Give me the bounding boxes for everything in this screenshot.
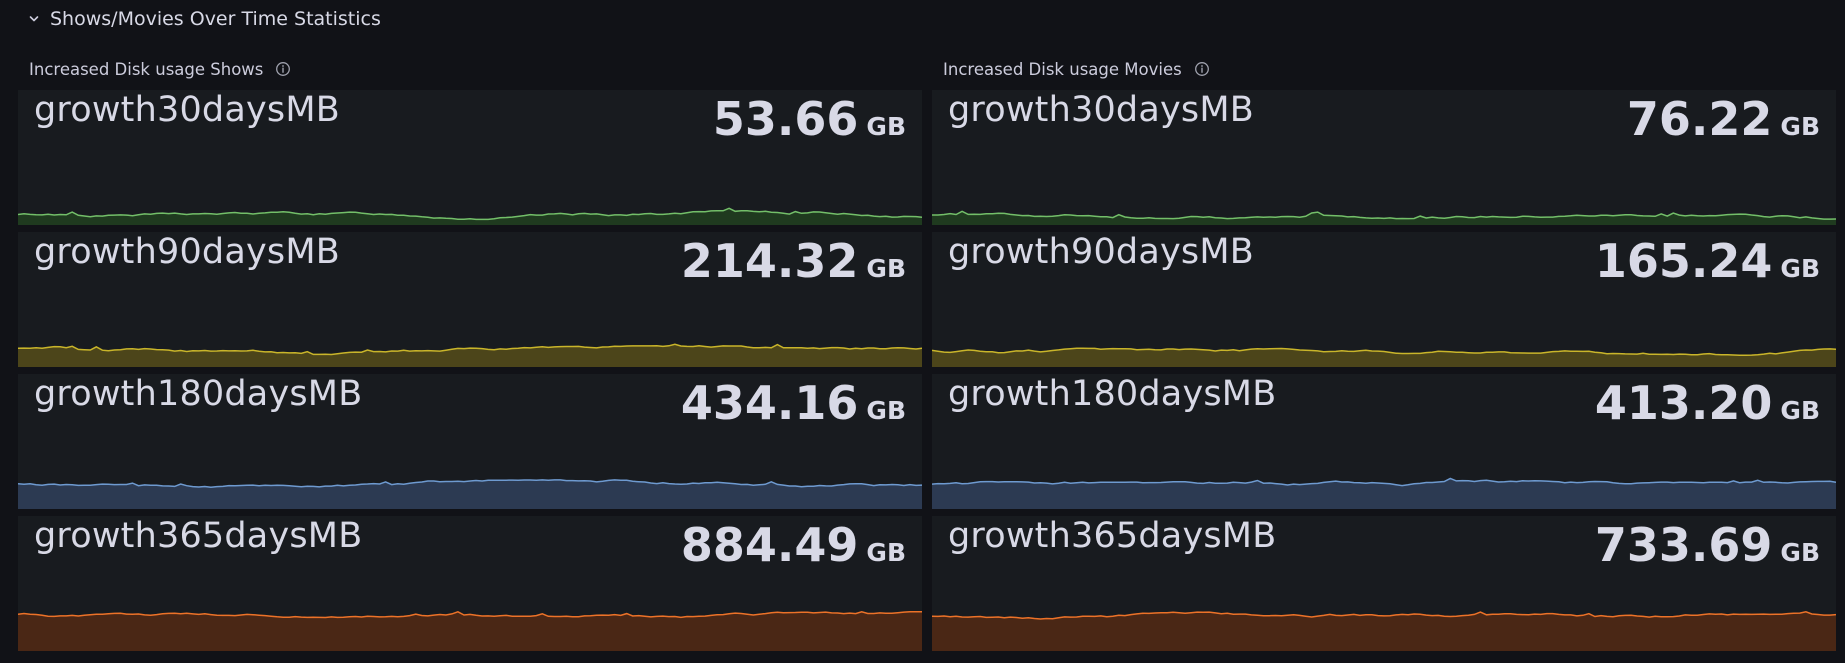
stat-tile-growth-30-days[interactable]: growth30daysMB 76.22 GB <box>932 90 1836 225</box>
panel-movies: Increased Disk usage Movies growth30days… <box>932 54 1836 659</box>
stat-name: growth90daysMB <box>948 232 1254 272</box>
sparkline <box>932 611 1836 651</box>
stat-value: 76.22 GB <box>1627 92 1820 146</box>
panel-shows: Increased Disk usage Shows growth30daysM… <box>18 54 922 659</box>
panel-header: Increased Disk usage Shows <box>29 58 291 80</box>
stat-number: 76.22 <box>1626 92 1773 146</box>
stat-unit: GB <box>866 112 906 141</box>
stat-tile-growth-180-days[interactable]: growth180daysMB 413.20 GB <box>932 374 1836 509</box>
stat-tile-growth-90-days[interactable]: growth90daysMB 214.32 GB <box>18 232 922 367</box>
stat-unit: GB <box>1780 112 1820 141</box>
sparkline-area <box>18 479 922 509</box>
stat-unit: GB <box>866 538 906 567</box>
stat-number: 733.69 <box>1594 518 1773 572</box>
stat-name: growth90daysMB <box>34 232 340 272</box>
stat-unit: GB <box>1780 254 1820 283</box>
stat-number: 53.66 <box>712 92 859 146</box>
row-title: Shows/Movies Over Time Statistics <box>50 8 381 30</box>
panel-title[interactable]: Increased Disk usage Shows <box>29 60 263 79</box>
stat-value: 214.32 GB <box>681 234 906 288</box>
stat-name: growth180daysMB <box>948 374 1277 414</box>
stat-name: growth180daysMB <box>34 374 363 414</box>
stat-number: 884.49 <box>680 518 859 572</box>
stat-value: 413.20 GB <box>1595 376 1820 430</box>
panel-header: Increased Disk usage Movies <box>943 58 1210 80</box>
sparkline <box>18 611 922 651</box>
panel-title[interactable]: Increased Disk usage Movies <box>943 60 1182 79</box>
stat-tile-growth-30-days[interactable]: growth30daysMB 53.66 GB <box>18 90 922 225</box>
stat-tile-growth-90-days[interactable]: growth90daysMB 165.24 GB <box>932 232 1836 367</box>
stat-unit: GB <box>1780 538 1820 567</box>
stat-value: 434.16 GB <box>681 376 906 430</box>
stat-unit: GB <box>1780 396 1820 425</box>
stat-value: 53.66 GB <box>713 92 906 146</box>
row-collapse-toggle[interactable]: Shows/Movies Over Time Statistics <box>28 8 381 30</box>
sparkline <box>18 343 922 367</box>
stat-name: growth365daysMB <box>948 516 1277 556</box>
stat-tile-growth-180-days[interactable]: growth180daysMB 434.16 GB <box>18 374 922 509</box>
stat-tile-growth-365-days[interactable]: growth365daysMB 733.69 GB <box>932 516 1836 651</box>
sparkline <box>932 347 1836 367</box>
stat-number: 413.20 <box>1594 376 1773 430</box>
stat-unit: GB <box>866 396 906 425</box>
stat-value: 884.49 GB <box>681 518 906 572</box>
sparkline-area <box>18 611 922 651</box>
stat-number: 165.24 <box>1594 234 1773 288</box>
chevron-down-icon <box>29 16 39 22</box>
stat-value: 733.69 GB <box>1595 518 1820 572</box>
stat-value: 165.24 GB <box>1595 234 1820 288</box>
stat-name: growth365daysMB <box>34 516 363 556</box>
stat-name: growth30daysMB <box>948 90 1254 130</box>
stat-tile-growth-365-days[interactable]: growth365daysMB 884.49 GB <box>18 516 922 651</box>
stat-number: 214.32 <box>680 234 859 288</box>
sparkline <box>18 479 922 509</box>
info-circle-icon[interactable] <box>275 61 291 77</box>
sparkline <box>932 210 1836 225</box>
info-circle-icon[interactable] <box>1194 61 1210 77</box>
stat-unit: GB <box>866 254 906 283</box>
stat-name: growth30daysMB <box>34 90 340 130</box>
stat-number: 434.16 <box>680 376 859 430</box>
sparkline <box>932 477 1836 509</box>
sparkline <box>18 207 922 225</box>
sparkline-area <box>18 208 922 225</box>
